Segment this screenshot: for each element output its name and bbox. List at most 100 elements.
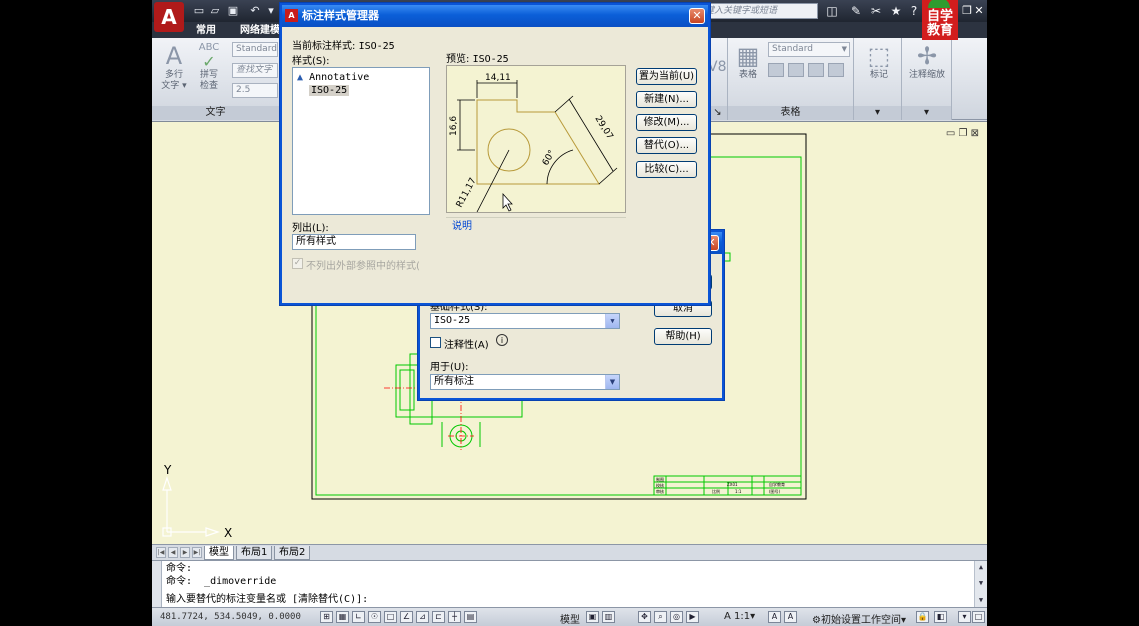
undo-icon[interactable]: ↶ bbox=[248, 4, 262, 18]
table-tool-1-icon[interactable] bbox=[768, 63, 784, 77]
info-icon[interactable]: i bbox=[496, 334, 508, 346]
table-tool-3-icon[interactable] bbox=[808, 63, 824, 77]
autocad-logo[interactable]: A bbox=[154, 2, 184, 32]
number-icon: V8 bbox=[708, 59, 727, 75]
command-window-grip[interactable] bbox=[152, 561, 162, 608]
table-tool-2-icon[interactable] bbox=[788, 63, 804, 77]
scroll-end-icon[interactable]: ▼ bbox=[975, 596, 987, 604]
tab-model[interactable]: 模型 bbox=[204, 546, 234, 560]
text-height-combo[interactable]: 2.5 bbox=[232, 83, 278, 98]
statusbar-menu-icon[interactable]: ▾ bbox=[958, 611, 971, 623]
scroll-up-icon[interactable]: ▲ bbox=[975, 563, 987, 571]
first-layout-icon[interactable]: |◀ bbox=[156, 547, 166, 558]
annotative-icon: ▲ bbox=[297, 72, 304, 83]
layout-view-icon[interactable]: ▣ bbox=[586, 611, 599, 623]
help-button[interactable]: 帮助(H) bbox=[654, 328, 712, 345]
table-tool-4-icon[interactable] bbox=[828, 63, 844, 77]
last-layout-icon[interactable]: ▶| bbox=[192, 547, 202, 558]
brand-text: 自学教育 bbox=[926, 9, 953, 38]
zoom-icon[interactable]: ⌕ bbox=[654, 611, 667, 623]
annotation-scaling-button[interactable]: ✢ 注释缩放 bbox=[904, 42, 950, 81]
find-text-input[interactable]: 查找文字 bbox=[232, 63, 278, 78]
list-filter-select[interactable]: 所有样式 bbox=[292, 234, 416, 250]
qp-icon[interactable]: ▤ bbox=[464, 611, 477, 623]
tab-layout1[interactable]: 布局1 bbox=[236, 546, 273, 560]
table-button[interactable]: ▦ 表格 bbox=[734, 42, 762, 81]
style-item-annotative[interactable]: ▲ Annotative bbox=[297, 72, 369, 83]
use-for-select[interactable]: 所有标注 ▼ bbox=[430, 374, 620, 390]
ducs-icon[interactable]: ⊿ bbox=[416, 611, 429, 623]
override-style-button[interactable]: 替代(O)... bbox=[636, 137, 697, 154]
dyn-icon[interactable]: ⊏ bbox=[432, 611, 445, 623]
markup-button[interactable]: ⬚ 标记 bbox=[864, 42, 894, 81]
save-icon[interactable]: ▣ bbox=[226, 4, 240, 18]
tools-icon[interactable]: ✂ bbox=[868, 3, 884, 19]
dim-radius: R11,17 bbox=[455, 176, 479, 209]
dimension-panel-title: ↘ bbox=[708, 106, 727, 120]
otrack-icon[interactable]: ∠ bbox=[400, 611, 413, 623]
command-scrollbar[interactable]: ▲ ▼ ▼ bbox=[974, 561, 987, 608]
annotation-visibility-icon[interactable]: A bbox=[768, 611, 781, 623]
auto-scale-icon[interactable]: A bbox=[784, 611, 797, 623]
workspace-switch[interactable]: ⚙初始设置工作空间▾ bbox=[812, 611, 906, 626]
brand-logo: 自学教育 bbox=[922, 0, 958, 40]
workspace-value: 初始设置工作空间 bbox=[820, 615, 901, 626]
command-window[interactable]: 命令: 命令: _dimoverride 输入要替代的标注变量名或 [清除替代(… bbox=[152, 560, 987, 608]
dialog-title: 标注样式管理器 bbox=[302, 9, 379, 22]
pan-icon[interactable]: ✥ bbox=[638, 611, 651, 623]
table-style-combo[interactable]: Standard ▼ bbox=[768, 42, 850, 57]
search-binoculars-icon[interactable]: ◫ bbox=[824, 3, 840, 19]
quick-view-icon[interactable]: ▥ bbox=[602, 611, 615, 623]
lock-icon[interactable]: 🔒 bbox=[916, 611, 929, 623]
dim-width: 14,11 bbox=[485, 73, 511, 83]
command-prompt[interactable]: 输入要替代的标注变量名或 [清除替代(C)]: bbox=[166, 594, 368, 606]
chevron-down-icon: ▼ bbox=[605, 314, 619, 328]
markup-panel: ⬚ 标记 ▾ bbox=[854, 38, 902, 120]
new-icon[interactable]: ▭ bbox=[192, 4, 206, 18]
annotation-scale[interactable]: A 1:1▾ bbox=[724, 611, 755, 622]
new-style-button[interactable]: 新建(N)... bbox=[636, 91, 697, 108]
ortho-icon[interactable]: ∟ bbox=[352, 611, 365, 623]
showmotion-icon[interactable]: ▶ bbox=[686, 611, 699, 623]
coordinate-readout[interactable]: 481.7724, 534.5049, 0.0000 bbox=[160, 612, 301, 622]
help-icon[interactable]: ? bbox=[906, 3, 922, 19]
preview-style-value: ISO-25 bbox=[472, 54, 509, 65]
spell-check-button[interactable]: ABC ✓ 拼写 检查 bbox=[194, 42, 224, 92]
isolate-icon[interactable]: ◧ bbox=[934, 611, 947, 623]
text-style-combo[interactable]: Standard bbox=[232, 42, 278, 57]
snap-icon[interactable]: ⊞ bbox=[320, 611, 333, 623]
star-icon[interactable]: ★ bbox=[888, 3, 904, 19]
multiline-text-button[interactable]: A 多行 文字 ▾ bbox=[160, 42, 188, 92]
layout-tabs: |◀ ◀ ▶ ▶| 模型 布局1 布局2 bbox=[152, 544, 987, 560]
annotative-checkbox[interactable] bbox=[430, 337, 441, 348]
use-for-label: 用于(U): bbox=[430, 362, 469, 373]
next-layout-icon[interactable]: ▶ bbox=[180, 547, 190, 558]
set-current-button[interactable]: 置为当前(U) bbox=[636, 68, 697, 85]
base-style-select[interactable]: ISO-25 ▼ bbox=[430, 313, 620, 329]
scroll-down-icon[interactable]: ▼ bbox=[975, 579, 987, 587]
styles-list[interactable]: ▲ Annotative ISO-25 bbox=[292, 67, 430, 215]
modify-style-button[interactable]: 修改(M)... bbox=[636, 114, 697, 131]
qa-dropdown-icon[interactable]: ▾ bbox=[264, 4, 278, 18]
grid-icon[interactable]: ▦ bbox=[336, 611, 349, 623]
description-group: 说明 bbox=[446, 217, 626, 232]
osnap-icon[interactable]: □ bbox=[384, 611, 397, 623]
wrench-icon[interactable]: ✎ bbox=[848, 3, 864, 19]
model-space-label[interactable]: 模型 bbox=[560, 611, 580, 626]
clean-screen-icon[interactable]: □ bbox=[972, 611, 985, 623]
help-search-input[interactable]: 键入关键字或短语 bbox=[700, 3, 818, 19]
tab-home[interactable]: 常用 bbox=[188, 23, 224, 38]
dialog-close-icon[interactable]: ✕ bbox=[689, 8, 705, 24]
close-icon[interactable]: ✕ bbox=[972, 4, 986, 18]
lineweight-icon[interactable]: ┼ bbox=[448, 611, 461, 623]
tb-cell-check: 校核 bbox=[656, 482, 664, 488]
tab-layout2[interactable]: 布局2 bbox=[274, 546, 311, 560]
compare-style-button[interactable]: 比较(C)... bbox=[636, 161, 697, 178]
steering-wheel-icon[interactable]: ◎ bbox=[670, 611, 683, 623]
table-button-label: 表格 bbox=[738, 70, 757, 80]
prev-layout-icon[interactable]: ◀ bbox=[168, 547, 178, 558]
style-item-iso25[interactable]: ISO-25 bbox=[309, 85, 350, 96]
style-preview: 14,11 16,6 29,07 60° R11,17 bbox=[446, 65, 626, 213]
polar-icon[interactable]: ☉ bbox=[368, 611, 381, 623]
open-icon[interactable]: ▱ bbox=[208, 4, 222, 18]
